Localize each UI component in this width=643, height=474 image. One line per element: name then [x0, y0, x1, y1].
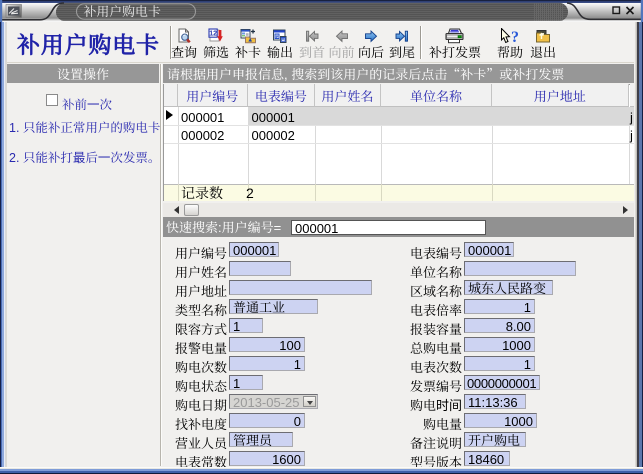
svg-text:补用户购电卡: 补用户购电卡 [84, 1, 161, 20]
svg-text:12: 12 [209, 31, 217, 38]
